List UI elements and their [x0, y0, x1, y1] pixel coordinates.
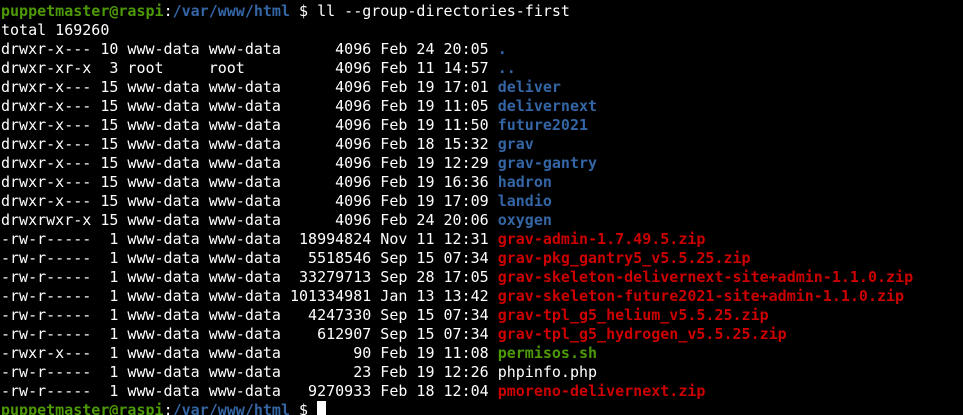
- listing-row: drwxr-x--- 15 www-data www-data 4096 Feb…: [1, 135, 963, 154]
- entry-meta: drwxr-xr-x 3 root root 4096 Feb 11 14:57: [1, 59, 498, 77]
- entry-name: grav-admin-1.7.49.5.zip: [497, 230, 706, 248]
- entry-name: grav-pkg_gantry5_v5.5.25.zip: [497, 249, 751, 267]
- entry-name: phpinfo.php: [497, 363, 598, 381]
- entry-meta: -rw-r----- 1 www-data www-data 18994824 …: [1, 230, 498, 248]
- entry-meta: drwxr-x--- 15 www-data www-data 4096 Feb…: [1, 135, 498, 153]
- listing-row: drwxr-x--- 15 www-data www-data 4096 Feb…: [1, 97, 963, 116]
- command-text: ll --group-directories-first: [317, 2, 570, 20]
- prompt-colon: :: [163, 401, 173, 415]
- entry-name: pmoreno-delivernext.zip: [497, 382, 706, 400]
- directory-listing: drwxr-x--- 10 www-data www-data 4096 Feb…: [1, 40, 963, 401]
- listing-row: -rw-r----- 1 www-data www-data 23 Feb 19…: [1, 363, 963, 382]
- entry-name: landio: [497, 192, 552, 210]
- listing-row: -rw-r----- 1 www-data www-data 4247330 S…: [1, 306, 963, 325]
- listing-row: drwxr-x--- 15 www-data www-data 4096 Feb…: [1, 78, 963, 97]
- prompt-colon: :: [163, 2, 173, 20]
- text-cursor[interactable]: [317, 401, 327, 415]
- entry-name: grav-skeleton-delivernext-site+admin-1.1…: [497, 268, 914, 286]
- entry-name: grav: [497, 135, 534, 153]
- entry-name: grav-skeleton-future2021-site+admin-1.1.…: [497, 287, 905, 305]
- entry-name: future2021: [497, 116, 589, 134]
- entry-meta: drwxr-x--- 15 www-data www-data 4096 Feb…: [1, 192, 498, 210]
- entry-meta: drwxrwxr-x 15 www-data www-data 4096 Feb…: [1, 211, 498, 229]
- entry-meta: -rwxr-x--- 1 www-data www-data 90 Feb 19…: [1, 344, 498, 362]
- listing-row: drwxr-x--- 15 www-data www-data 4096 Feb…: [1, 192, 963, 211]
- entry-meta: drwxr-x--- 10 www-data www-data 4096 Feb…: [1, 40, 498, 58]
- listing-row: -rw-r----- 1 www-data www-data 18994824 …: [1, 230, 963, 249]
- entry-name: .: [497, 40, 507, 58]
- prompt-symbol: $: [290, 401, 318, 415]
- listing-row: drwxr-x--- 10 www-data www-data 4096 Feb…: [1, 40, 963, 59]
- entry-name: grav-tpl_g5_helium_v5.5.25.zip: [497, 306, 769, 324]
- command-line: puppetmaster@raspi:/var/www/html $ ll --…: [1, 2, 963, 21]
- entry-meta: -rw-r----- 1 www-data www-data 5518546 S…: [1, 249, 498, 267]
- entry-name: grav-tpl_g5_hydrogen_v5.5.25.zip: [497, 325, 787, 343]
- listing-row: -rw-r----- 1 www-data www-data 612907 Se…: [1, 325, 963, 344]
- listing-row: drwxr-x--- 15 www-data www-data 4096 Feb…: [1, 173, 963, 192]
- prompt-cwd: /var/www/html: [172, 401, 290, 415]
- entry-name: delivernext: [497, 97, 598, 115]
- listing-row: -rwxr-x--- 1 www-data www-data 90 Feb 19…: [1, 344, 963, 363]
- listing-row: -rw-r----- 1 www-data www-data 5518546 S…: [1, 249, 963, 268]
- listing-row: -rw-r----- 1 www-data www-data 33279713 …: [1, 268, 963, 287]
- entry-meta: -rw-r----- 1 www-data www-data 9270933 F…: [1, 382, 498, 400]
- entry-meta: -rw-r----- 1 www-data www-data 612907 Se…: [1, 325, 498, 343]
- entry-name: ..: [497, 59, 516, 77]
- entry-meta: -rw-r----- 1 www-data www-data 33279713 …: [1, 268, 498, 286]
- listing-row: drwxr-x--- 15 www-data www-data 4096 Feb…: [1, 116, 963, 135]
- prompt-cwd: /var/www/html: [172, 2, 290, 20]
- total-line: total 169260: [1, 21, 110, 39]
- terminal-window[interactable]: puppetmaster@raspi:/var/www/html $ ll --…: [0, 0, 963, 415]
- entry-meta: -rw-r----- 1 www-data www-data 23 Feb 19…: [1, 363, 498, 381]
- prompt-user-host: puppetmaster@raspi: [1, 2, 164, 20]
- entry-meta: -rw-r----- 1 www-data www-data 101334981…: [1, 287, 498, 305]
- entry-meta: drwxr-x--- 15 www-data www-data 4096 Feb…: [1, 173, 498, 191]
- listing-row: drwxr-x--- 15 www-data www-data 4096 Feb…: [1, 154, 963, 173]
- entry-name: oxygen: [497, 211, 552, 229]
- listing-row: drwxrwxr-x 15 www-data www-data 4096 Feb…: [1, 211, 963, 230]
- prompt-user-host: puppetmaster@raspi: [1, 401, 164, 415]
- entry-name: grav-gantry: [497, 154, 598, 172]
- listing-row: -rw-r----- 1 www-data www-data 101334981…: [1, 287, 963, 306]
- entry-name: deliver: [497, 78, 561, 96]
- entry-meta: drwxr-x--- 15 www-data www-data 4096 Feb…: [1, 97, 498, 115]
- entry-meta: -rw-r----- 1 www-data www-data 4247330 S…: [1, 306, 498, 324]
- prompt-symbol: $: [290, 2, 318, 20]
- entry-meta: drwxr-x--- 15 www-data www-data 4096 Feb…: [1, 154, 498, 172]
- entry-name: permisos.sh: [497, 344, 598, 362]
- entry-meta: drwxr-x--- 15 www-data www-data 4096 Feb…: [1, 78, 498, 96]
- listing-row: drwxr-xr-x 3 root root 4096 Feb 11 14:57…: [1, 59, 963, 78]
- listing-row: -rw-r----- 1 www-data www-data 9270933 F…: [1, 382, 963, 401]
- entry-name: hadron: [497, 173, 552, 191]
- active-prompt-line[interactable]: puppetmaster@raspi:/var/www/html $: [1, 401, 963, 415]
- entry-meta: drwxr-x--- 15 www-data www-data 4096 Feb…: [1, 116, 498, 134]
